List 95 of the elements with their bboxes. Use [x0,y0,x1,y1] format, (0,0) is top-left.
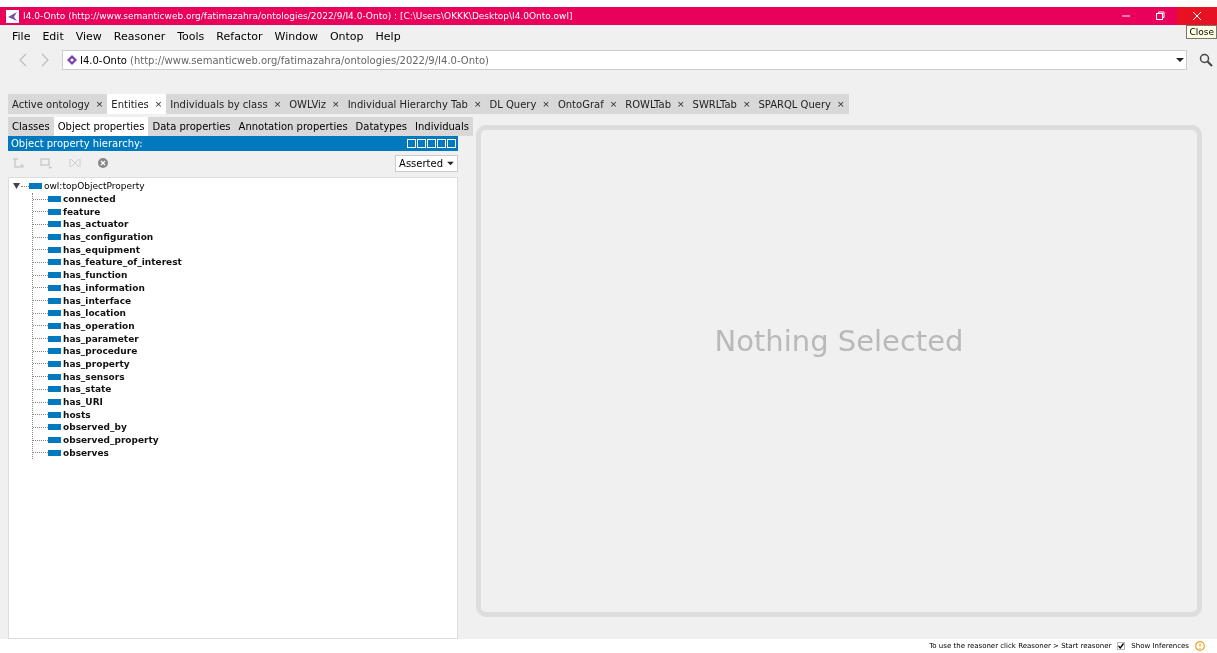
tab[interactable]: Active ontology × [8,94,108,114]
tree-item[interactable]: has_parameter [63,333,139,344]
tab[interactable]: Individual Hierarchy Tab × [343,94,486,114]
tab[interactable]: Classes [8,117,54,136]
property-icon [48,234,61,241]
menu-item[interactable]: Refactor [210,29,269,43]
property-icon [48,221,61,228]
tree-item[interactable]: has_information [63,282,145,293]
menu-item[interactable]: Window [268,29,324,43]
app-icon [6,9,19,23]
tree-item[interactable]: observed_property [63,435,159,446]
tree-item[interactable]: connected [63,194,116,205]
tab-close-button[interactable]: × [609,99,618,109]
property-icon [48,386,61,393]
tab[interactable]: ROWLTab × [621,94,689,114]
tab[interactable]: Datatypes [351,117,412,136]
tree-item[interactable]: has_URI [63,397,103,408]
tab[interactable]: OWLViz × [285,94,344,114]
property-icon [48,437,61,444]
view-mode-dropdown[interactable]: Asserted [395,154,458,172]
tab[interactable]: SPARQL Query × [754,94,849,114]
property-icon [48,297,61,304]
tree-item[interactable]: has_configuration [63,232,154,243]
property-icon [48,196,61,203]
property-icon [48,399,61,406]
property-icon [48,335,61,342]
tab-close-button[interactable]: × [677,99,685,109]
tab[interactable]: Annotation properties [234,117,352,136]
diamond-icon [67,55,77,65]
tree-item[interactable]: has_feature_of_interest [63,257,182,268]
tree-item[interactable]: has_interface [63,295,132,306]
tree-item[interactable]: observed_by [63,422,127,433]
property-icon [48,310,61,317]
tab-close-button[interactable]: × [95,99,104,109]
tab[interactable]: Object properties [53,117,149,136]
tab[interactable]: Data properties [148,117,235,136]
restore-icon [1155,11,1165,21]
cancel-icon[interactable] [96,157,110,169]
caret-icon [447,160,454,166]
tab[interactable]: Individuals by class × [166,94,286,114]
tab-close-button[interactable]: × [273,99,282,109]
tab-close-button[interactable]: × [542,99,550,109]
property-icon [48,360,61,367]
tab-close-button[interactable]: × [332,99,340,109]
property-icon [48,246,61,253]
property-icon [48,284,61,291]
menu-item[interactable]: Help [369,29,407,43]
property-icon [48,208,61,215]
menu-item[interactable]: File [6,29,37,43]
expanded-arrow-icon[interactable] [13,183,20,190]
tab-close-button[interactable]: × [837,99,845,109]
show-inferences-checkbox[interactable] [1117,642,1126,650]
tree-item[interactable]: has_property [63,358,130,369]
menu-item[interactable]: Tools [171,29,211,43]
tree-item[interactable]: has_location [63,308,126,319]
property-icon [48,322,61,329]
tree-item[interactable]: has_actuator [63,219,129,230]
panel-title: Object property hierarchy: [11,138,144,149]
property-icon [48,259,61,266]
tree-item[interactable]: owl:topObjectProperty [44,181,145,192]
tree-item[interactable]: hosts [63,409,91,420]
property-icon [48,449,61,456]
property-icon [48,373,61,380]
property-icon [48,348,61,355]
tree-item[interactable]: has_function [63,270,128,281]
dropdown-caret-icon[interactable] [1176,57,1184,63]
property-icon [48,424,61,431]
menu-item[interactable]: View [69,29,108,43]
menu-item[interactable]: Reasoner [107,29,172,43]
menu-item[interactable]: Edit [36,29,70,43]
tab[interactable]: Individuals [411,117,473,136]
tab[interactable]: DL Query × [485,94,554,114]
tab-close-button[interactable]: × [742,99,751,109]
menu-item[interactable]: Ontop [323,29,370,43]
tree-item[interactable]: has_state [63,384,112,395]
tooltip: Close [1186,25,1217,39]
tab[interactable]: SWRLTab × [688,94,755,114]
tree-item[interactable]: feature [63,206,101,217]
tree-item[interactable]: has_equipment [63,244,140,255]
close-button[interactable] [1177,7,1217,25]
tab-close-button[interactable]: × [154,99,163,109]
tree-item[interactable]: has_procedure [63,346,138,357]
tree-item[interactable]: has_sensors [63,371,125,382]
tab[interactable]: OntoGraf × [553,94,622,114]
search-icon[interactable] [1199,53,1213,67]
maximize-icon[interactable] [437,139,446,148]
window-title: I4.0-Onto (http://www.semanticweb.org/fatimazahra/ontologies/2022/9/I4.0-Onto) : [C:\Users\OKKK\Desktop\I4.0Onto.owl] [23,11,574,21]
property-icon [48,272,61,279]
ontology-address-field[interactable]: I4.0-Onto (http://www.semanticweb.org/fatimazahra/ontologies/2022/9/I4.0-Onto) [62,50,1187,70]
property-icon [48,411,61,418]
tab[interactable]: Entities × [107,94,167,114]
property-icon [29,183,42,190]
tab-close-button[interactable]: × [473,99,482,109]
tree-item[interactable]: observes [63,447,109,458]
tree-item[interactable]: has_operation [63,320,135,331]
